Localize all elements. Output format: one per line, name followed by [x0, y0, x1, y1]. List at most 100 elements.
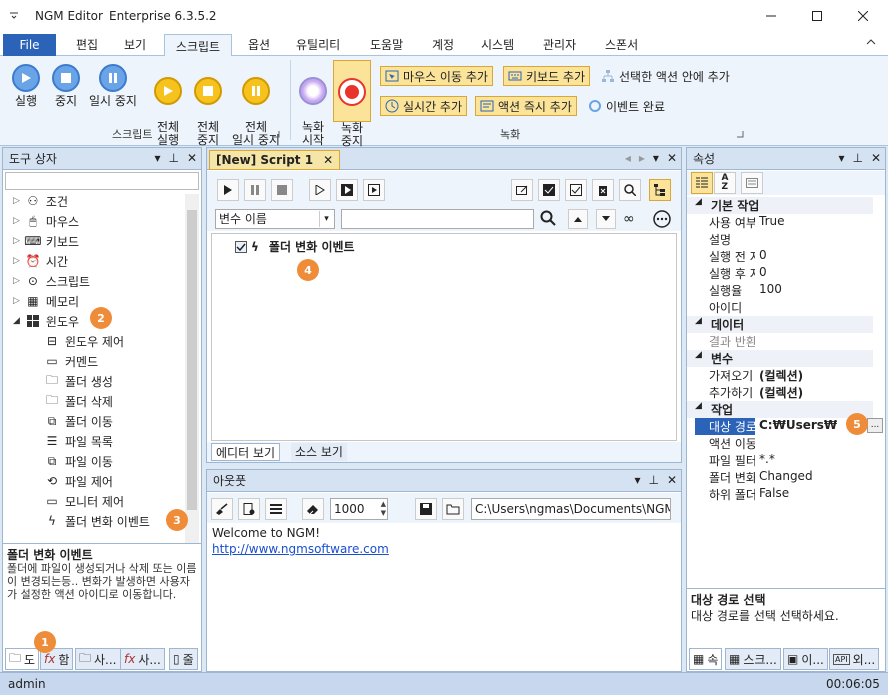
- collapse-icon[interactable]: ◢: [695, 316, 702, 326]
- add-action-now-button[interactable]: 액션 즉시 추가: [475, 96, 577, 116]
- stop-all-button[interactable]: 전체 중지: [190, 64, 226, 147]
- open-folder-button[interactable]: [442, 498, 464, 520]
- prop-pre-delay[interactable]: 실행 전 지0: [695, 248, 867, 265]
- step-button[interactable]: [309, 179, 331, 201]
- eraser-button[interactable]: [302, 498, 324, 520]
- prop-value[interactable]: True: [755, 214, 867, 231]
- tree-item-monitor-control[interactable]: ▭ 모니터 제어: [45, 491, 124, 511]
- prop-value[interactable]: [755, 435, 867, 452]
- prop-value[interactable]: [755, 299, 867, 316]
- variable-input[interactable]: [341, 209, 534, 229]
- menu-help[interactable]: 도움말: [370, 36, 403, 53]
- bottom-tab-properties[interactable]: ▦ 속: [689, 648, 723, 670]
- scrollbar-thumb[interactable]: [187, 210, 197, 510]
- browse-button[interactable]: ...: [867, 418, 883, 433]
- script-canvas[interactable]: [211, 233, 677, 441]
- dropdown-icon[interactable]: ▾: [154, 151, 160, 165]
- record-stop-button[interactable]: 녹화 중지: [333, 60, 371, 148]
- category-task[interactable]: ◢ 작업: [687, 401, 873, 418]
- add-in-selected-action-button[interactable]: 선택한 액션 안에 추가: [601, 66, 730, 86]
- infinity-icon[interactable]: ∞: [623, 211, 635, 227]
- menu-admin[interactable]: 관리자: [543, 36, 576, 53]
- prop-add-vars[interactable]: 추가하기 (컬렉션): [695, 384, 867, 401]
- tab-editor-view[interactable]: 에디터 보기: [211, 443, 281, 461]
- tree-item-mouse[interactable]: ▷ 🖱 마우스: [13, 211, 79, 231]
- prop-folder-change[interactable]: 폴더 변화 Changed: [695, 469, 867, 486]
- property-pages-button[interactable]: [741, 172, 763, 194]
- dropdown-icon[interactable]: ▾: [634, 473, 640, 487]
- record-start-button[interactable]: 녹화 시작: [297, 64, 329, 147]
- tree-item-window-control[interactable]: ⊟ 윈도우 제어: [45, 331, 124, 351]
- broom-button[interactable]: [211, 498, 233, 520]
- edit-button[interactable]: [511, 179, 533, 201]
- spinner-icon[interactable]: ▲ ▼: [381, 500, 386, 518]
- menu-utility[interactable]: 유틸리티: [296, 36, 340, 53]
- menu-view[interactable]: 보기: [124, 36, 146, 53]
- collapse-ribbon-icon[interactable]: [866, 38, 876, 46]
- tree-view-button[interactable]: [649, 179, 671, 201]
- variable-select[interactable]: 변수 이름 ▾: [215, 209, 335, 229]
- editor-tab[interactable]: [New] Script 1 ✕: [209, 150, 341, 170]
- close-icon[interactable]: ✕: [667, 151, 677, 165]
- system-menu-icon[interactable]: [8, 9, 20, 21]
- event-action-item[interactable]: ϟ 폴더 변화 이벤트: [235, 238, 355, 255]
- collapse-icon[interactable]: ◢: [695, 197, 702, 207]
- tree-item-condition[interactable]: ▷ ⚇ 조건: [13, 191, 68, 211]
- tab-source-view[interactable]: 소스 보기: [291, 443, 347, 461]
- list-button[interactable]: [265, 498, 287, 520]
- prop-subfolders[interactable]: 하위 폴더 False: [695, 486, 867, 503]
- menu-sponsor[interactable]: 스폰서: [605, 36, 638, 53]
- prop-value[interactable]: [755, 231, 867, 248]
- run-all-button[interactable]: 전체 실행: [150, 64, 186, 147]
- new-doc-button[interactable]: [238, 498, 260, 520]
- close-icon[interactable]: ✕: [667, 473, 677, 487]
- script-group-expand-icon[interactable]: [272, 130, 280, 138]
- tree-item-command[interactable]: ▭ 커멘드: [45, 351, 98, 371]
- close-tab-icon[interactable]: ✕: [323, 153, 333, 167]
- tree-item-folder-create[interactable]: 🗀 폴더 생성: [45, 371, 113, 391]
- stop-button[interactable]: 중지: [48, 64, 84, 108]
- event-done-button[interactable]: 이벤트 완료: [588, 96, 665, 116]
- maximize-button[interactable]: [794, 0, 840, 32]
- search-icon[interactable]: [540, 210, 556, 226]
- stop-button[interactable]: [271, 179, 293, 201]
- dropdown-icon[interactable]: ▾: [653, 151, 659, 165]
- menu-options[interactable]: 옵션: [248, 36, 270, 53]
- play-button[interactable]: [217, 179, 239, 201]
- tree-item-script[interactable]: ▷ ⊙ 스크립트: [13, 271, 90, 291]
- prop-get-vars[interactable]: 가져오기 (컬렉션): [695, 367, 867, 384]
- prop-value[interactable]: (컬렉션): [755, 384, 867, 401]
- prev-tab-icon[interactable]: ◂: [625, 151, 631, 165]
- category-variables[interactable]: ◢ 변수: [687, 350, 873, 367]
- prop-value[interactable]: 0: [755, 248, 867, 265]
- line-count-input[interactable]: 1000 ▲ ▼: [330, 498, 388, 520]
- collapse-icon[interactable]: ◢: [695, 401, 702, 411]
- prop-run-rate[interactable]: 실행율 100: [695, 282, 867, 299]
- tree-item-window[interactable]: ◢ 윈도우: [13, 311, 79, 331]
- down-button[interactable]: [596, 209, 616, 229]
- up-button[interactable]: [568, 209, 588, 229]
- add-realtime-button[interactable]: 실시간 추가: [380, 96, 468, 116]
- next-tab-icon[interactable]: ▸: [639, 151, 645, 165]
- tree-item-folder-delete[interactable]: 🗀 폴더 삭제: [45, 391, 113, 411]
- save-button[interactable]: [415, 498, 437, 520]
- category-data[interactable]: ◢ 데이터: [687, 316, 873, 333]
- categorized-button[interactable]: [691, 172, 713, 194]
- check-button[interactable]: [565, 179, 587, 201]
- dropdown-icon[interactable]: ▾: [838, 151, 844, 165]
- close-button[interactable]: [840, 0, 886, 32]
- prop-target-path[interactable]: 대상 경로 C:₩Users₩: [695, 418, 867, 435]
- prop-enabled[interactable]: 사용 여부 True: [695, 214, 867, 231]
- prop-value[interactable]: [755, 333, 867, 350]
- file-menu[interactable]: File: [3, 34, 56, 56]
- tree-item-memory[interactable]: ▷ ▦ 메모리: [13, 291, 79, 311]
- run-button[interactable]: 실행: [8, 64, 44, 108]
- bottom-tab-script[interactable]: ▦ 스크...: [725, 648, 781, 670]
- prop-file-filter[interactable]: 파일 필터 *.*: [695, 452, 867, 469]
- add-mouse-move-button[interactable]: 마우스 이동 추가: [380, 66, 493, 86]
- category-basic[interactable]: ◢ 기본 작업: [687, 197, 873, 214]
- prop-value[interactable]: Changed: [755, 469, 867, 486]
- run-from-button[interactable]: [336, 179, 358, 201]
- prop-value[interactable]: *.*: [755, 452, 867, 469]
- pin-icon[interactable]: ⊥: [648, 473, 658, 487]
